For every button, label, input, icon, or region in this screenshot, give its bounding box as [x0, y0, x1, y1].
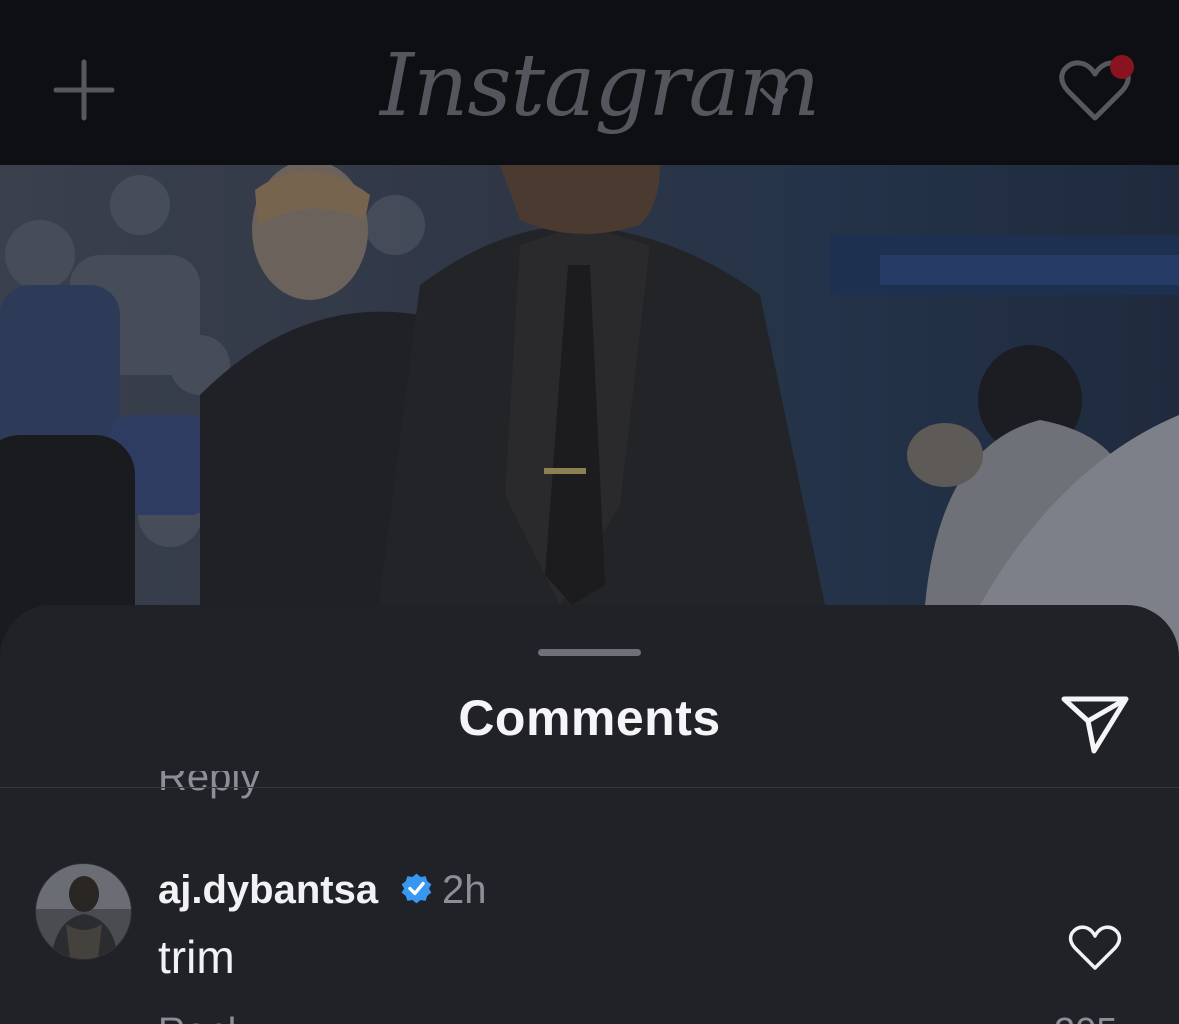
- send-icon[interactable]: [1058, 691, 1132, 757]
- sheet-divider: [0, 787, 1179, 788]
- reply-button[interactable]: Reply: [158, 1010, 255, 1024]
- sheet-grabber[interactable]: [538, 649, 641, 656]
- previous-reply-button[interactable]: Reply: [158, 771, 260, 799]
- comment-like-count: 205: [1054, 1010, 1117, 1024]
- plus-icon[interactable]: [52, 58, 116, 122]
- comments-sheet: Comments Reply aj.dybantsa 2h trim: [0, 605, 1179, 1024]
- screen: Instagram Comments Reply aj.dybantsa 2h …: [0, 0, 1179, 1024]
- comment-like-heart-icon[interactable]: [1068, 924, 1122, 972]
- comment-text: trim: [158, 931, 235, 983]
- verified-badge-icon: [401, 873, 432, 904]
- instagram-logo[interactable]: Instagram: [380, 36, 820, 136]
- notification-dot: [1110, 55, 1134, 79]
- chevron-down-icon[interactable]: [758, 84, 790, 108]
- comment-timestamp: 2h: [442, 868, 487, 912]
- sheet-title: Comments: [458, 690, 721, 746]
- comment-username[interactable]: aj.dybantsa: [158, 868, 378, 913]
- avatar[interactable]: [36, 864, 131, 959]
- comment-item: aj.dybantsa 2h trim Reply 205: [0, 860, 1179, 1024]
- top-bar: Instagram: [0, 0, 1179, 165]
